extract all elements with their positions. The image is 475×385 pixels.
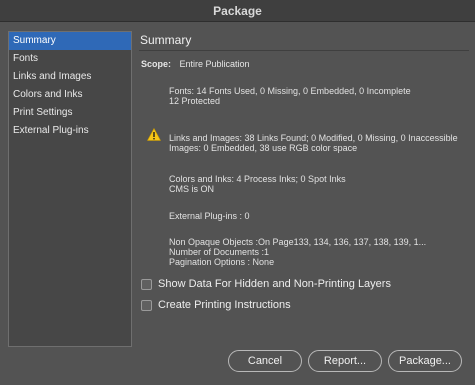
show-hidden-layers-option[interactable]: Show Data For Hidden and Non-Printing La… [141,277,391,291]
links-summary-line: Images: 0 Embedded, 38 use RGB color spa… [169,143,358,153]
sidebar-item-fonts[interactable]: Fonts [9,50,131,68]
report-button[interactable]: Report... [308,350,382,372]
plugins-summary: External Plug-ins : 0 [169,211,250,221]
links-summary-line: Links and Images: 38 Links Found; 0 Modi… [169,133,458,143]
sidebar-item-external-plugins[interactable]: External Plug-ins [9,122,131,140]
fonts-summary-line: Fonts: 14 Fonts Used, 0 Missing, 0 Embed… [169,86,411,96]
colors-summary-line: CMS is ON [169,184,214,194]
scope-value: Entire Publication [179,59,250,69]
nonopaque-summary-line: Pagination Options : None [169,257,275,267]
summary-panel: Summary Scope: Entire Publication Fonts:… [139,31,469,311]
nonopaque-summary: Non Opaque Objects :On Page133, 134, 136… [169,237,426,267]
sidebar-item-colors-and-inks[interactable]: Colors and Inks [9,86,131,104]
category-list: Summary Fonts Links and Images Colors an… [8,31,132,347]
sidebar-item-print-settings[interactable]: Print Settings [9,104,131,122]
sidebar-item-summary[interactable]: Summary [9,32,131,50]
window-title: Package [0,0,475,22]
package-button[interactable]: Package... [388,350,462,372]
create-instructions-label: Create Printing Instructions [158,299,291,311]
create-instructions-option[interactable]: Create Printing Instructions [141,298,291,312]
fonts-summary-line: 12 Protected [169,96,221,106]
scope-row: Scope: Entire Publication [141,59,250,69]
scope-label: Scope: [141,59,172,69]
plugins-summary-line: External Plug-ins : 0 [169,211,250,221]
create-instructions-checkbox[interactable] [141,299,152,311]
nonopaque-summary-line: Non Opaque Objects :On Page133, 134, 136… [169,237,427,247]
section-title: Summary [139,31,469,51]
show-hidden-layers-checkbox[interactable] [141,278,152,290]
sidebar-item-links-and-images[interactable]: Links and Images [9,68,131,86]
colors-summary-line: Colors and Inks: 4 Process Inks; 0 Spot … [169,174,346,184]
colors-summary: Colors and Inks: 4 Process Inks; 0 Spot … [169,174,346,194]
cancel-button[interactable]: Cancel [228,350,302,372]
links-summary: Links and Images: 38 Links Found; 0 Modi… [169,133,458,153]
fonts-summary: Fonts: 14 Fonts Used, 0 Missing, 0 Embed… [169,86,411,106]
nonopaque-summary-line: Number of Documents :1 [169,247,270,257]
warning-icon [147,128,161,141]
show-hidden-layers-label: Show Data For Hidden and Non-Printing La… [158,278,391,290]
